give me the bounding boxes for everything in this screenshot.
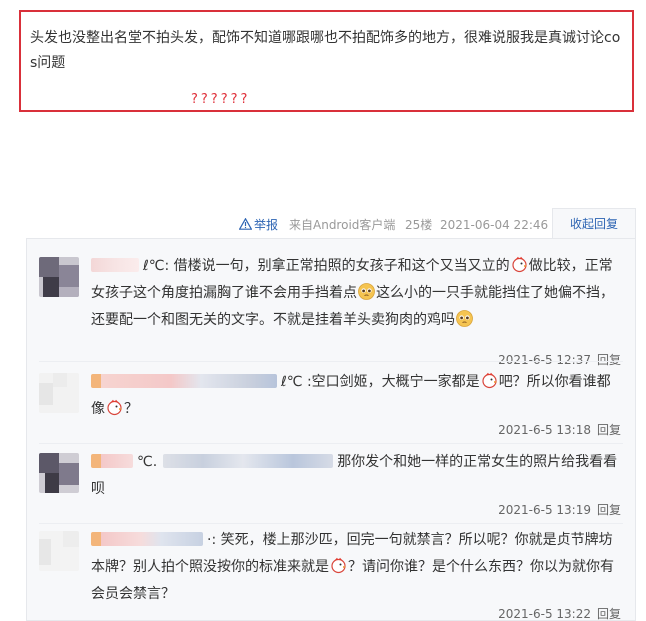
question-marks: ??????	[191, 92, 251, 107]
reply-item: ·: 笑死，楼上那沙匹，回完一句就禁言？所以呢？你就是贞节牌坊本牌？别人拍个照没…	[27, 527, 635, 621]
reply-content: ℓ℃ :空口剑姬，大概宁一家都是 吧？所以你看谁都像？	[91, 372, 611, 417]
avatar[interactable]	[39, 531, 79, 571]
rooster-emoji	[107, 399, 123, 416]
floor-info-bar: 举报 来自Android客户端 25楼 2021-06-04 22:46 收起回…	[0, 208, 636, 238]
highlighted-post: 头发也没整出名堂不拍头发，配饰不知道哪跟哪也不拍配饰多的地方，很难说服我是真诚讨…	[19, 10, 634, 112]
avatar[interactable]	[39, 373, 79, 413]
avatar[interactable]	[39, 453, 79, 493]
reply-button[interactable]: 回复	[597, 423, 621, 437]
warning-icon	[239, 218, 252, 230]
reply-content: ℓ℃: 借楼说一句，别拿正常拍照的女孩子和这个又当又立的 做比较，正常女孩子这个角…	[91, 256, 614, 328]
avatar[interactable]	[39, 257, 79, 297]
rooster-emoji	[482, 372, 497, 389]
divider	[39, 523, 623, 524]
reply-meta: 2021-6-5 13:19 回复	[498, 501, 621, 518]
divider	[39, 361, 623, 362]
reply-content: ℃. 那你发个和她一样的正常女生的照片给我看看呗	[91, 454, 618, 497]
rooster-emoji	[512, 256, 527, 273]
post-time: 2021-06-04 22:46	[440, 218, 549, 232]
reply-time: 2021-6-5 12:37	[498, 353, 591, 367]
username[interactable]	[91, 374, 277, 388]
post-content: 头发也没整出名堂不拍头发，配饰不知道哪跟哪也不拍配饰多的地方，很难说服我是真诚讨…	[30, 30, 621, 71]
reply-content: ·: 笑死，楼上那沙匹，回完一句就禁言？所以呢？你就是贞节牌坊本牌？别人拍个照没…	[91, 532, 614, 602]
collapse-replies-button[interactable]: 收起回复	[552, 208, 636, 238]
reply-time: 2021-6-5 13:19	[498, 503, 591, 517]
username[interactable]	[91, 454, 133, 468]
pleading-face-emoji	[358, 283, 375, 300]
pleading-face-emoji	[456, 310, 473, 327]
reply-item: ℃. 那你发个和她一样的正常女生的照片给我看看呗 2021-6-5 13:19 回复	[27, 449, 635, 519]
client-source: 来自Android客户端	[289, 218, 396, 232]
rooster-emoji	[331, 557, 347, 574]
reply-button[interactable]: 回复	[597, 503, 621, 517]
reply-meta: 2021-6-5 13:18 回复	[498, 421, 621, 438]
page: 头发也没整出名堂不拍头发，配饰不知道哪跟哪也不拍配饰多的地方，很难说服我是真诚讨…	[0, 0, 646, 621]
reply-meta: 2021-6-5 13:22 回复	[498, 605, 621, 621]
reply-item: ℓ℃: 借楼说一句，别拿正常拍照的女孩子和这个又当又立的 做比较，正常女孩子这个角…	[27, 251, 635, 367]
reply-list: ℓ℃: 借楼说一句，别拿正常拍照的女孩子和这个又当又立的 做比较，正常女孩子这个角…	[26, 238, 636, 621]
report-link[interactable]: 举报	[239, 214, 278, 236]
divider	[39, 443, 623, 444]
reply-button[interactable]: 回复	[597, 353, 621, 367]
username[interactable]	[91, 532, 203, 546]
mentioned-username[interactable]	[163, 454, 334, 468]
username[interactable]	[91, 258, 139, 272]
reply-button[interactable]: 回复	[597, 607, 621, 621]
reply-time: 2021-6-5 13:18	[498, 423, 591, 437]
reply-meta: 2021-6-5 12:37 回复	[498, 351, 621, 368]
floor-number: 25楼	[405, 218, 433, 232]
reply-time: 2021-6-5 13:22	[498, 607, 591, 621]
report-label: 举报	[254, 218, 279, 232]
reply-item: ℓ℃ :空口剑姬，大概宁一家都是 吧？所以你看谁都像？ 2021-6-5 13:1…	[27, 369, 635, 439]
